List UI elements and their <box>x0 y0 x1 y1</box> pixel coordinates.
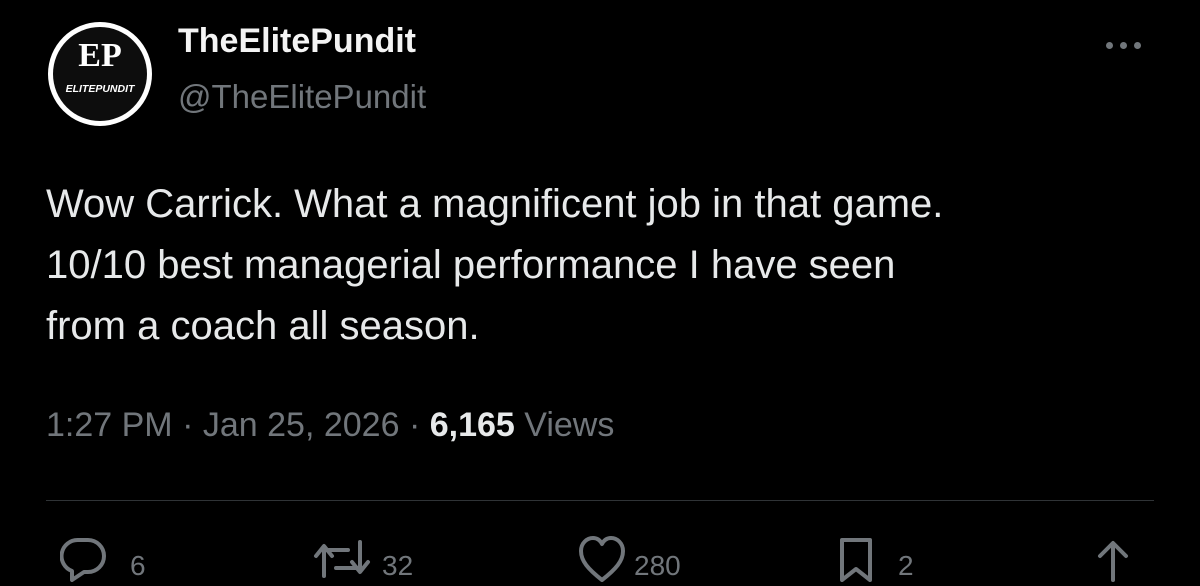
author-display-name[interactable]: TheElitePundit <box>178 22 416 61</box>
share-button[interactable] <box>1090 536 1136 586</box>
bookmark-icon <box>840 538 872 582</box>
meta-separator: · <box>182 406 194 444</box>
tweet-text: Wow Carrick. What a magnificent job in t… <box>46 174 1156 357</box>
views-label[interactable]: Views <box>524 406 614 444</box>
meta-separator: · <box>408 406 421 444</box>
tweet-text-line: from a coach all season. <box>46 304 480 348</box>
more-dot-icon <box>1106 42 1113 49</box>
more-dot-icon <box>1120 42 1127 49</box>
retweet-button[interactable]: 32 <box>312 536 442 586</box>
tweet-metadata: 1:27 PM · Jan 25, 2026 · 6,165 Views <box>46 406 614 445</box>
author-handle[interactable]: @TheElitePundit <box>178 78 426 116</box>
elite-pundit-logo: EP ELITEPUNDIT <box>66 37 136 95</box>
avatar[interactable]: EP ELITEPUNDIT <box>48 22 152 126</box>
reply-button[interactable]: 6 <box>60 536 170 586</box>
more-options-button[interactable] <box>1100 30 1148 60</box>
retweet-icon <box>314 540 370 578</box>
bookmark-button[interactable]: 2 <box>836 536 936 586</box>
views-count[interactable]: 6,165 <box>430 406 515 444</box>
logo-monogram: EP <box>78 37 121 74</box>
reply-icon <box>60 537 106 582</box>
tweet-date[interactable]: Jan 25, 2026 <box>203 406 400 444</box>
tweet-time[interactable]: 1:27 PM <box>46 406 173 444</box>
like-count: 280 <box>634 550 681 581</box>
tweet-text-line: Wow Carrick. What a magnificent job in t… <box>46 182 944 226</box>
logo-wordmark: ELITEPUNDIT <box>66 83 136 95</box>
bookmark-count: 2 <box>898 550 914 581</box>
divider <box>46 500 1154 501</box>
more-dot-icon <box>1134 42 1141 49</box>
reply-count: 6 <box>130 550 146 581</box>
retweet-count: 32 <box>382 550 414 581</box>
like-button[interactable]: 280 <box>578 536 718 586</box>
heart-icon <box>579 536 625 582</box>
tweet-text-line: 10/10 best managerial performance I have… <box>46 243 896 287</box>
tweet-card: EP ELITEPUNDIT TheElitePundit @TheEliteP… <box>0 0 1200 582</box>
share-icon <box>1098 541 1128 582</box>
